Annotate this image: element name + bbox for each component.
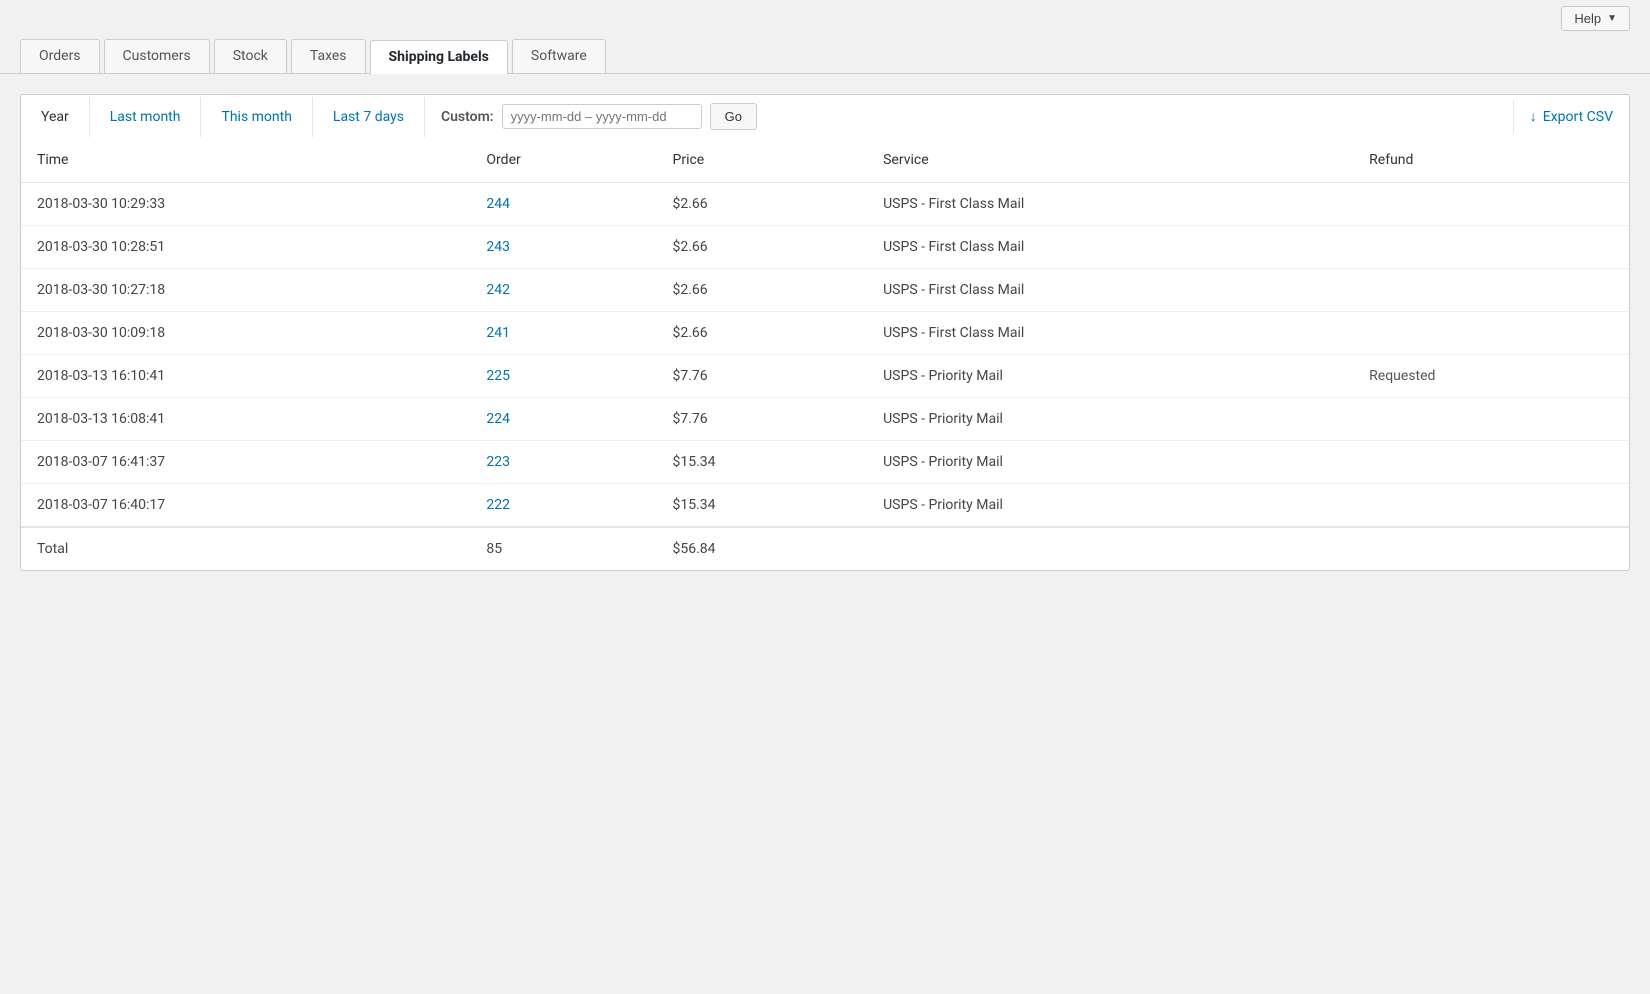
custom-date-section: Custom: Go [425,95,1513,138]
total-refund-empty [1353,527,1629,570]
tab-stock[interactable]: Stock [214,39,287,73]
table-total-row: Total85$56.84 [21,527,1629,570]
table-row: 2018-03-30 10:27:18242$2.66USPS - First … [21,269,1629,312]
cell-price: $2.66 [657,312,868,355]
col-header-time: Time [21,138,470,183]
help-button[interactable]: Help ▼ [1561,6,1630,31]
cell-price: $2.66 [657,183,868,226]
cell-refund [1353,226,1629,269]
shipping-labels-table: Time Order Price Service Refund 2018-03-… [21,138,1629,570]
cell-order[interactable]: 224 [470,398,656,441]
cell-refund [1353,183,1629,226]
cell-price: $2.66 [657,269,868,312]
cell-refund [1353,269,1629,312]
table-row: 2018-03-07 16:40:17222$15.34USPS - Prior… [21,484,1629,528]
cell-price: $15.34 [657,484,868,528]
period-tab-year[interactable]: Year [21,97,90,137]
cell-order[interactable]: 222 [470,484,656,528]
main-tabs-nav: Orders Customers Stock Taxes Shipping La… [0,31,1650,74]
download-icon: ↓ [1530,108,1537,125]
cell-service: USPS - Priority Mail [867,484,1353,528]
export-csv-label: Export CSV [1543,109,1613,125]
chevron-down-icon: ▼ [1607,13,1617,24]
period-nav: Year Last month This month Last 7 days C… [20,94,1630,138]
tab-software[interactable]: Software [512,39,606,73]
cell-refund [1353,484,1629,528]
cell-service: USPS - First Class Mail [867,183,1353,226]
tab-orders[interactable]: Orders [20,39,100,73]
cell-price: $15.34 [657,441,868,484]
col-header-order: Order [470,138,656,183]
custom-label: Custom: [441,109,494,125]
table-row: 2018-03-30 10:28:51243$2.66USPS - First … [21,226,1629,269]
tab-shipping-labels[interactable]: Shipping Labels [370,40,508,74]
table-header-row: Time Order Price Service Refund [21,138,1629,183]
help-label: Help [1574,11,1601,26]
table-row: 2018-03-30 10:29:33244$2.66USPS - First … [21,183,1629,226]
table-row: 2018-03-07 16:41:37223$15.34USPS - Prior… [21,441,1629,484]
period-tab-last-month[interactable]: Last month [90,97,202,137]
cell-time: 2018-03-07 16:40:17 [21,484,470,528]
cell-refund [1353,441,1629,484]
cell-order[interactable]: 241 [470,312,656,355]
cell-price: $7.76 [657,398,868,441]
cell-time: 2018-03-30 10:28:51 [21,226,470,269]
cell-time: 2018-03-13 16:08:41 [21,398,470,441]
cell-service: USPS - First Class Mail [867,226,1353,269]
col-header-service: Service [867,138,1353,183]
main-content: Year Last month This month Last 7 days C… [0,74,1650,591]
col-header-refund: Refund [1353,138,1629,183]
cell-time: 2018-03-30 10:27:18 [21,269,470,312]
cell-order[interactable]: 242 [470,269,656,312]
export-csv-button[interactable]: ↓ Export CSV [1513,100,1629,133]
cell-refund: Requested [1353,355,1629,398]
period-tab-last-7-days[interactable]: Last 7 days [313,97,425,137]
cell-refund [1353,312,1629,355]
cell-time: 2018-03-30 10:09:18 [21,312,470,355]
cell-refund [1353,398,1629,441]
tab-customers[interactable]: Customers [104,39,210,73]
cell-time: 2018-03-13 16:10:41 [21,355,470,398]
data-table-wrapper: Time Order Price Service Refund 2018-03-… [20,138,1630,571]
cell-time: 2018-03-07 16:41:37 [21,441,470,484]
cell-order[interactable]: 225 [470,355,656,398]
cell-order[interactable]: 243 [470,226,656,269]
cell-service: USPS - First Class Mail [867,312,1353,355]
cell-order[interactable]: 244 [470,183,656,226]
top-bar: Help ▼ [0,0,1650,31]
col-header-price: Price [657,138,868,183]
cell-service: USPS - First Class Mail [867,269,1353,312]
cell-time: 2018-03-30 10:29:33 [21,183,470,226]
cell-price: $2.66 [657,226,868,269]
custom-date-input[interactable] [502,104,702,129]
go-button[interactable]: Go [710,103,757,130]
total-service-empty [867,527,1353,570]
tab-taxes[interactable]: Taxes [291,39,366,73]
total-label: Total [21,527,470,570]
total-price: $56.84 [657,527,868,570]
cell-price: $7.76 [657,355,868,398]
cell-service: USPS - Priority Mail [867,441,1353,484]
table-row: 2018-03-13 16:08:41224$7.76USPS - Priori… [21,398,1629,441]
period-tab-this-month[interactable]: This month [201,97,312,137]
cell-service: USPS - Priority Mail [867,355,1353,398]
cell-service: USPS - Priority Mail [867,398,1353,441]
table-row: 2018-03-13 16:10:41225$7.76USPS - Priori… [21,355,1629,398]
table-row: 2018-03-30 10:09:18241$2.66USPS - First … [21,312,1629,355]
cell-order[interactable]: 223 [470,441,656,484]
total-order-count: 85 [470,527,656,570]
